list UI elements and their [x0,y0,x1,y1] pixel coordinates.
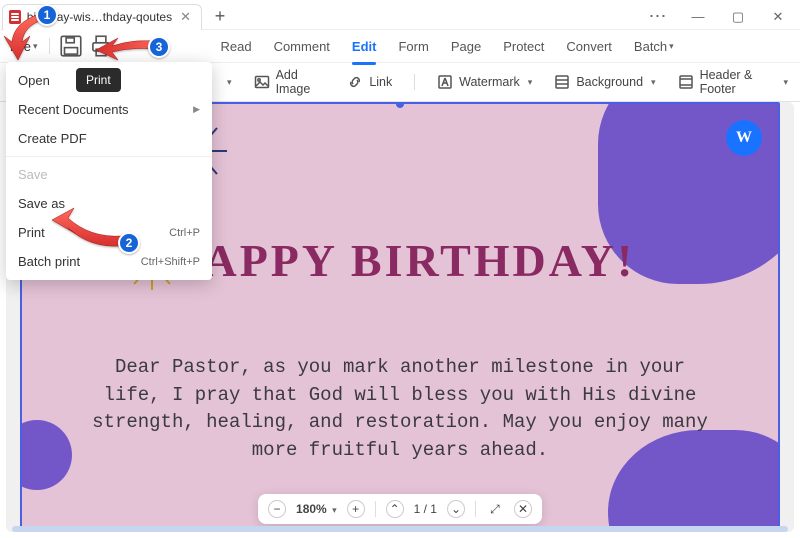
zoom-out-button[interactable]: − [268,500,286,518]
separator [375,501,376,517]
minimize-button[interactable]: — [678,4,718,30]
maximize-button[interactable]: ▢ [718,4,758,30]
prev-page-button[interactable]: ⌃ [386,500,404,518]
tab-read[interactable]: Read [218,35,253,58]
next-page-button[interactable]: ⌄ [447,500,465,518]
tab-comment[interactable]: Comment [272,35,332,58]
separator [414,74,415,90]
watermark-button[interactable]: Watermark ▾ [433,71,536,93]
selection-handle[interactable] [396,102,404,108]
chevron-right-icon: ▶ [193,104,200,115]
header-footer-button[interactable]: Header & Footer ▾ [674,65,792,99]
word-badge[interactable]: W [726,120,762,156]
chevron-down-icon: ▾ [227,77,232,88]
tab-form[interactable]: Form [396,35,430,58]
add-image-button[interactable]: Add Image [250,65,330,99]
add-image-label: Add Image [276,68,326,96]
chevron-down-icon: ▾ [669,41,674,52]
watermark-label: Watermark [459,75,520,89]
horizontal-scrollbar[interactable] [12,526,788,532]
callout-number-2: 2 [118,232,140,254]
link-icon [347,74,363,90]
menu-recent-documents[interactable]: Recent Documents▶ [6,95,212,124]
print-tooltip: Print [76,68,121,92]
separator [6,156,212,157]
watermark-icon [437,74,453,90]
zoom-controls: − 180% ▾ + ⌃ 1 / 1 ⌄ ⤢ ✕ [258,494,542,524]
close-zoom-button[interactable]: ✕ [514,500,532,518]
chevron-down-icon: ▾ [783,77,788,88]
tab-batch[interactable]: Batch▾ [632,35,676,58]
zoom-level[interactable]: 180% ▾ [296,502,337,516]
new-tab-button[interactable]: + [208,5,232,29]
tab-close-icon[interactable]: ✕ [180,9,191,25]
tab-protect[interactable]: Protect [501,35,546,58]
page-indicator: 1 / 1 [414,502,437,516]
callout-number-3: 3 [148,36,170,58]
chevron-down-icon: ▾ [651,77,656,88]
document-body-text: Dear Pastor, as you mark another milesto… [82,354,718,464]
save-quick-button[interactable] [58,34,84,58]
menu-save: Save [6,160,212,189]
header-footer-label: Header & Footer [700,68,776,96]
chevron-down-icon: ▾ [528,77,533,88]
shortcut-label: Ctrl+P [169,227,200,239]
background-button[interactable]: Background ▾ [550,71,659,93]
link-label: Link [369,75,392,89]
fullscreen-button[interactable]: ⤢ [486,500,504,518]
shortcut-label: Ctrl+Shift+P [141,256,200,268]
chevron-down-icon: ▾ [332,505,337,515]
zoom-in-button[interactable]: + [347,500,365,518]
titlebar: birthday-wis…thday-qoutes ✕ + ⋯ — ▢ ✕ [0,0,800,30]
link-button[interactable]: Link [343,71,396,93]
decoration-blob [20,420,72,490]
mode-tabs: Read Comment Edit Form Page Protect Conv… [218,35,675,58]
image-icon [254,74,270,90]
separator [475,501,476,517]
callout-number-1: 1 [36,4,58,26]
callout-arrow-2 [50,198,128,263]
tab-convert[interactable]: Convert [564,35,614,58]
background-label: Background [576,75,643,89]
header-footer-icon [678,74,694,90]
window-controls: ⋯ — ▢ ✕ [638,4,798,30]
tab-page[interactable]: Page [449,35,483,58]
more-button[interactable]: ⋯ [638,4,678,30]
tab-edit[interactable]: Edit [350,35,379,58]
menu-create-pdf[interactable]: Create PDF [6,124,212,153]
close-window-button[interactable]: ✕ [758,4,798,30]
background-icon [554,74,570,90]
